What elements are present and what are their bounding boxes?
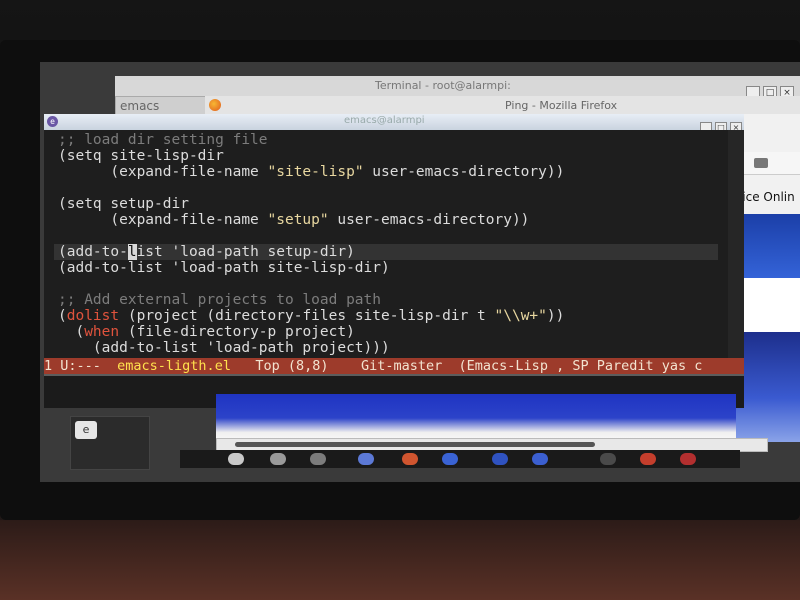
scrollbar-thumb[interactable] [235,442,595,447]
code-line: (add-to-list 'load-path project))) [58,340,390,356]
emacs-icon[interactable]: e [75,421,97,439]
app-launcher-icon[interactable] [680,453,696,465]
code-text: (expand-file-name [58,212,268,228]
modeline-vc-branch: Git-master [361,358,443,374]
emacs-title: emacs@alarmpi [344,115,425,126]
modeline-modes: (Emacs-Lisp , SP Paredit yas c [442,358,703,374]
firefox-toolbar [740,152,800,175]
app-launcher-icon[interactable] [358,453,374,465]
code-text: (expand-file-name [58,164,268,180]
code-text: user-emacs-directory)) [328,212,530,228]
code-string: "\\w+" [494,308,547,324]
taskbar [180,450,740,468]
firefox-icon [209,99,221,111]
firefox-titlebar[interactable]: Ping - Mozilla Firefox [205,96,800,116]
modeline-position: Top (8,8) [230,358,361,374]
code-text: (add-to- [58,244,128,260]
app-launcher-icon[interactable] [310,453,326,465]
code-line: (setq site-lisp-dir [58,148,224,164]
code-line: (expand-file-name "site-lisp" user-emacs… [58,164,564,180]
code-line: (dolist (project (directory-files site-l… [58,308,564,324]
screen: Terminal - root@alarmpi: _ □ × emacs Ping … [40,62,800,482]
code-comment: ;; load dir setting file [58,132,268,148]
emacs-window[interactable]: e emacs@alarmpi _ □ × ;; load dir setting … [44,114,744,408]
code-comment: ;; Add external projects to load path [58,292,382,308]
editor-buffer[interactable]: ;; load dir setting file (setq site-lisp… [44,130,728,358]
terminal-title: Terminal - root@alarmpi: [375,79,511,92]
code-line: (setq setup-dir [58,196,189,212]
code-line: ;; Add external projects to load path [58,292,381,308]
code-keyword: dolist [66,308,120,324]
current-line: (add-to-list 'load-path setup-dir) [54,244,718,260]
app-launcher-icon[interactable] [600,453,616,465]
emacs-taskbar-tab[interactable]: emacs [115,96,211,116]
code-string: "site-lisp" [267,164,364,180]
emacs-titlebar[interactable]: e emacs@alarmpi _ □ × [44,114,744,134]
app-launcher-icon[interactable] [492,453,508,465]
firefox-title: Ping - Mozilla Firefox [505,99,618,112]
code-line: ;; load dir setting file [58,132,268,148]
code-line: (expand-file-name "setup" user-emacs-dir… [58,212,529,228]
code-text: )) [546,308,565,324]
code-line: (when (file-directory-p project) [58,324,355,340]
mode-line: 1 U:--- emacs-ligth.el Top (8,8) Git-mas… [44,358,744,374]
code-text: ist 'load-path setup-dir) [136,244,355,260]
code-keyword: when [84,324,120,340]
code-text: ( [58,324,85,340]
code-text: ( [58,308,67,324]
code-text: (file-directory-p project) [119,324,355,340]
code-string: "setup" [267,212,329,228]
modeline-status: 1 U:--- [44,358,118,374]
desktop-background [216,394,736,442]
app-launcher-icon[interactable] [270,453,286,465]
code-text: user-emacs-directory)) [363,164,565,180]
app-launcher-icon[interactable] [532,453,548,465]
emacs-icon: e [47,116,58,127]
app-launcher-icon[interactable] [402,453,418,465]
app-launcher-icon[interactable] [640,453,656,465]
pocket-icon[interactable] [754,158,768,168]
modeline-buffer-name: emacs-ligth.el [117,358,231,374]
app-launcher-icon[interactable] [228,453,244,465]
text-cursor: l [127,244,137,260]
editor-scrollbar[interactable] [728,130,744,358]
code-line: (add-to-list 'load-path site-lisp-dir) [58,260,390,276]
code-text: (project (directory-files site-lisp-dir … [119,308,495,324]
desk-surface [0,520,800,600]
app-panel: e [70,416,150,470]
app-launcher-icon[interactable] [442,453,458,465]
